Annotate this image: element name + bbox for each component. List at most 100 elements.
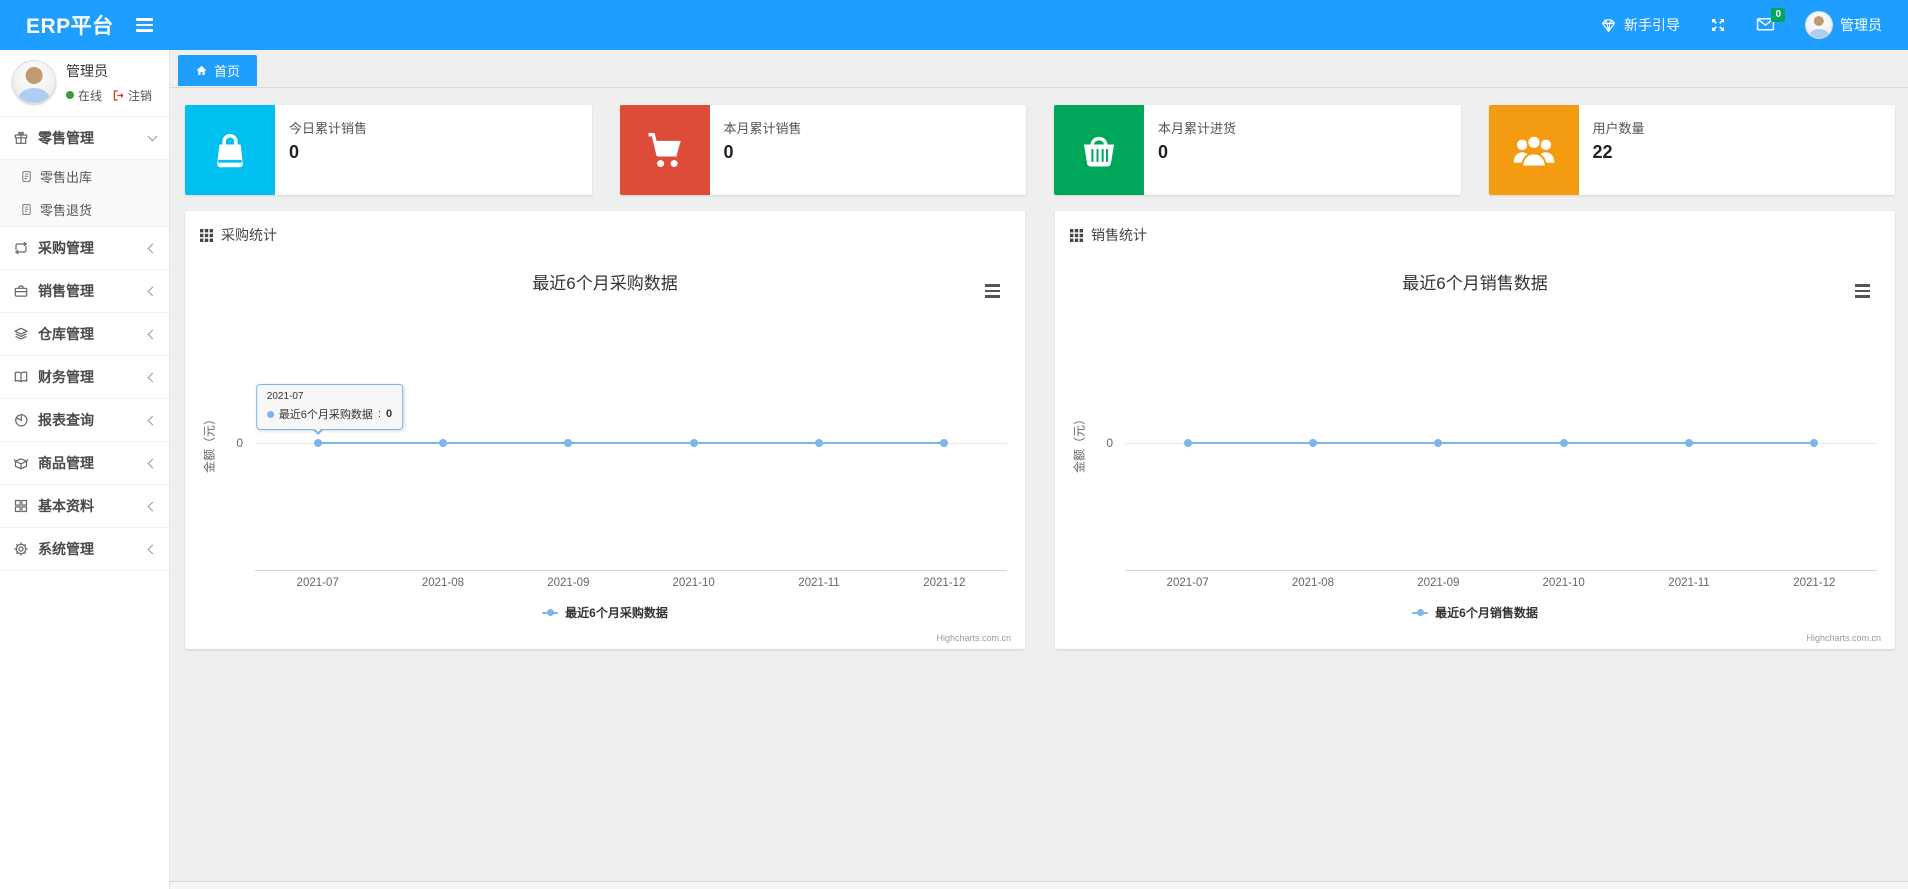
- stat-cards: 今日累计销售 0 本月累计销售 0 本月累计进货 0 用户数量 22: [170, 88, 1908, 195]
- layers-icon: [13, 326, 29, 342]
- sidebar-item-label: 仓库管理: [38, 326, 94, 342]
- sidebar-item-warehouse[interactable]: 仓库管理: [0, 313, 169, 356]
- stat-card-month-purchase: 本月累计进货 0: [1054, 105, 1461, 195]
- data-point[interactable]: [1434, 439, 1443, 447]
- chart-context-menu-button[interactable]: [979, 280, 1005, 302]
- tooltip-series-label: 最近6个月采购数据: [278, 409, 373, 421]
- data-point[interactable]: [1309, 439, 1317, 447]
- chevron-left-icon: [147, 329, 158, 339]
- guide-link[interactable]: 新手引导: [1600, 15, 1680, 35]
- data-point[interactable]: [1183, 439, 1192, 447]
- sidebar-item-purchase[interactable]: 采购管理: [0, 227, 169, 270]
- legend-item[interactable]: 最近6个月销售数据: [1055, 604, 1895, 621]
- card-value: 0: [723, 142, 734, 162]
- legend-label: 最近6个月采购数据: [565, 606, 668, 620]
- x-axis-tick: 2021-08: [421, 577, 465, 589]
- x-axis-tick: 2021-10: [1542, 577, 1585, 589]
- legend-item[interactable]: 最近6个月采购数据: [185, 604, 1025, 621]
- retail-submenu: 零售出库 零售退货: [0, 160, 169, 227]
- chart-credits-link[interactable]: Highcharts.com.cn: [1806, 633, 1881, 643]
- main-content: 首页 今日累计销售 0 本月累计销售 0 本月累计进货 0 用户数量 22 采购…: [170, 50, 1908, 889]
- sidebar-item-system[interactable]: 系统管理: [0, 528, 169, 571]
- avatar: [12, 60, 56, 104]
- x-axis-tick: 2021-12: [1793, 577, 1836, 589]
- chart-credits-link[interactable]: Highcharts.com.cn: [936, 633, 1011, 643]
- sidebar-item-retail-return[interactable]: 零售退货: [0, 193, 169, 226]
- data-point[interactable]: [815, 439, 823, 447]
- sidebar-item-label: 零售出库: [40, 170, 93, 185]
- sidebar-item-goods[interactable]: 商品管理: [0, 442, 169, 485]
- panel-title: 采购统计: [221, 227, 277, 243]
- data-point[interactable]: [689, 439, 698, 447]
- sidebar-username: 管理员: [66, 62, 108, 79]
- home-icon: [195, 64, 208, 77]
- series-line: [317, 442, 945, 444]
- package-icon: [13, 455, 29, 471]
- sidebar-toggle-button[interactable]: [130, 12, 159, 38]
- chevron-left-icon: [147, 458, 158, 468]
- mail-button[interactable]: 0: [1756, 7, 1785, 35]
- shopping-bag-icon: [185, 105, 275, 195]
- fullscreen-icon: [1710, 17, 1726, 33]
- sidebar-item-retail[interactable]: 零售管理: [0, 117, 169, 160]
- data-point[interactable]: [564, 439, 573, 447]
- book-icon: [13, 369, 29, 385]
- x-axis-tick: 2021-09: [1417, 577, 1460, 589]
- status-dot-icon: [66, 91, 74, 99]
- card-title: 今日累计销售: [289, 121, 368, 136]
- stat-card-month-sales: 本月累计销售 0: [619, 105, 1026, 195]
- tab-home-label: 首页: [214, 64, 241, 79]
- x-axis-tick: 2021-07: [1166, 577, 1209, 589]
- user-menu[interactable]: 管理员: [1805, 11, 1882, 39]
- y-axis-title: 金额（元）: [202, 412, 217, 474]
- y-axis-tick: 0: [236, 436, 243, 450]
- document-icon: [20, 170, 33, 183]
- shopping-cart-icon: [619, 105, 710, 195]
- sidebar-item-finance[interactable]: 财务管理: [0, 356, 169, 399]
- sidebar-item-retail-outbound[interactable]: 零售出库: [0, 160, 169, 193]
- tooltip-header: 2021-07: [266, 391, 304, 402]
- logout-link[interactable]: 注销: [112, 87, 152, 104]
- card-title: 用户数量: [1592, 121, 1645, 136]
- sidebar-item-label: 零售退货: [40, 203, 93, 218]
- purchase-chart-plot: 金额（元） 0 2021-07 最近6个月采购数据: 0: [203, 316, 1007, 571]
- card-title: 本月累计销售: [723, 121, 802, 136]
- x-axis-tick: 2021-11: [798, 577, 840, 589]
- card-value: 0: [289, 142, 300, 162]
- card-title: 本月累计进货: [1158, 121, 1237, 136]
- sidebar-item-label: 零售管理: [38, 130, 94, 146]
- chart-context-menu-button[interactable]: [1849, 280, 1875, 302]
- tooltip-separator: :: [377, 408, 381, 420]
- sidebar-item-label: 销售管理: [38, 283, 94, 299]
- chart-title: 最近6个月销售数据: [1402, 274, 1548, 293]
- sidebar-item-reports[interactable]: 报表查询: [0, 399, 169, 442]
- repeat-icon: [13, 240, 29, 256]
- data-point[interactable]: [1810, 439, 1819, 447]
- sidebar-item-basic-data[interactable]: 基本资料: [0, 485, 169, 528]
- x-axis-tick: 2021-12: [923, 577, 966, 589]
- data-point[interactable]: [1685, 439, 1693, 447]
- th-grid-icon: [200, 228, 213, 242]
- sidebar-user-panel: 管理员 在线 注销: [0, 50, 169, 116]
- data-point[interactable]: [1559, 439, 1568, 447]
- chevron-left-icon: [147, 243, 158, 253]
- purchase-stats-panel: 采购统计 最近6个月采购数据 金额（元） 0 2021-07 最近6个月采购数据…: [185, 211, 1025, 649]
- sidebar-item-label: 报表查询: [38, 412, 94, 428]
- grid-icon: [13, 498, 29, 514]
- chart-title: 最近6个月采购数据: [532, 274, 678, 293]
- avatar: [1805, 11, 1833, 39]
- data-point[interactable]: [439, 439, 447, 447]
- app-logo[interactable]: ERP平台: [0, 10, 114, 40]
- online-status-label: 在线: [78, 88, 103, 103]
- fullscreen-button[interactable]: [1710, 17, 1726, 33]
- briefcase-icon: [13, 283, 29, 299]
- sidebar-item-label: 采购管理: [38, 240, 94, 256]
- tab-home[interactable]: 首页: [178, 55, 258, 86]
- sidebar-item-sales[interactable]: 销售管理: [0, 270, 169, 313]
- sales-chart-plot: 金额（元） 0: [1073, 316, 1877, 571]
- guide-label: 新手引导: [1624, 17, 1680, 33]
- chart-tooltip: 2021-07 最近6个月采购数据: 0: [255, 384, 404, 435]
- data-point[interactable]: [940, 439, 949, 447]
- sidebar-item-label: 财务管理: [38, 369, 94, 385]
- top-header: ERP平台 新手引导 0 管理员: [0, 0, 1908, 50]
